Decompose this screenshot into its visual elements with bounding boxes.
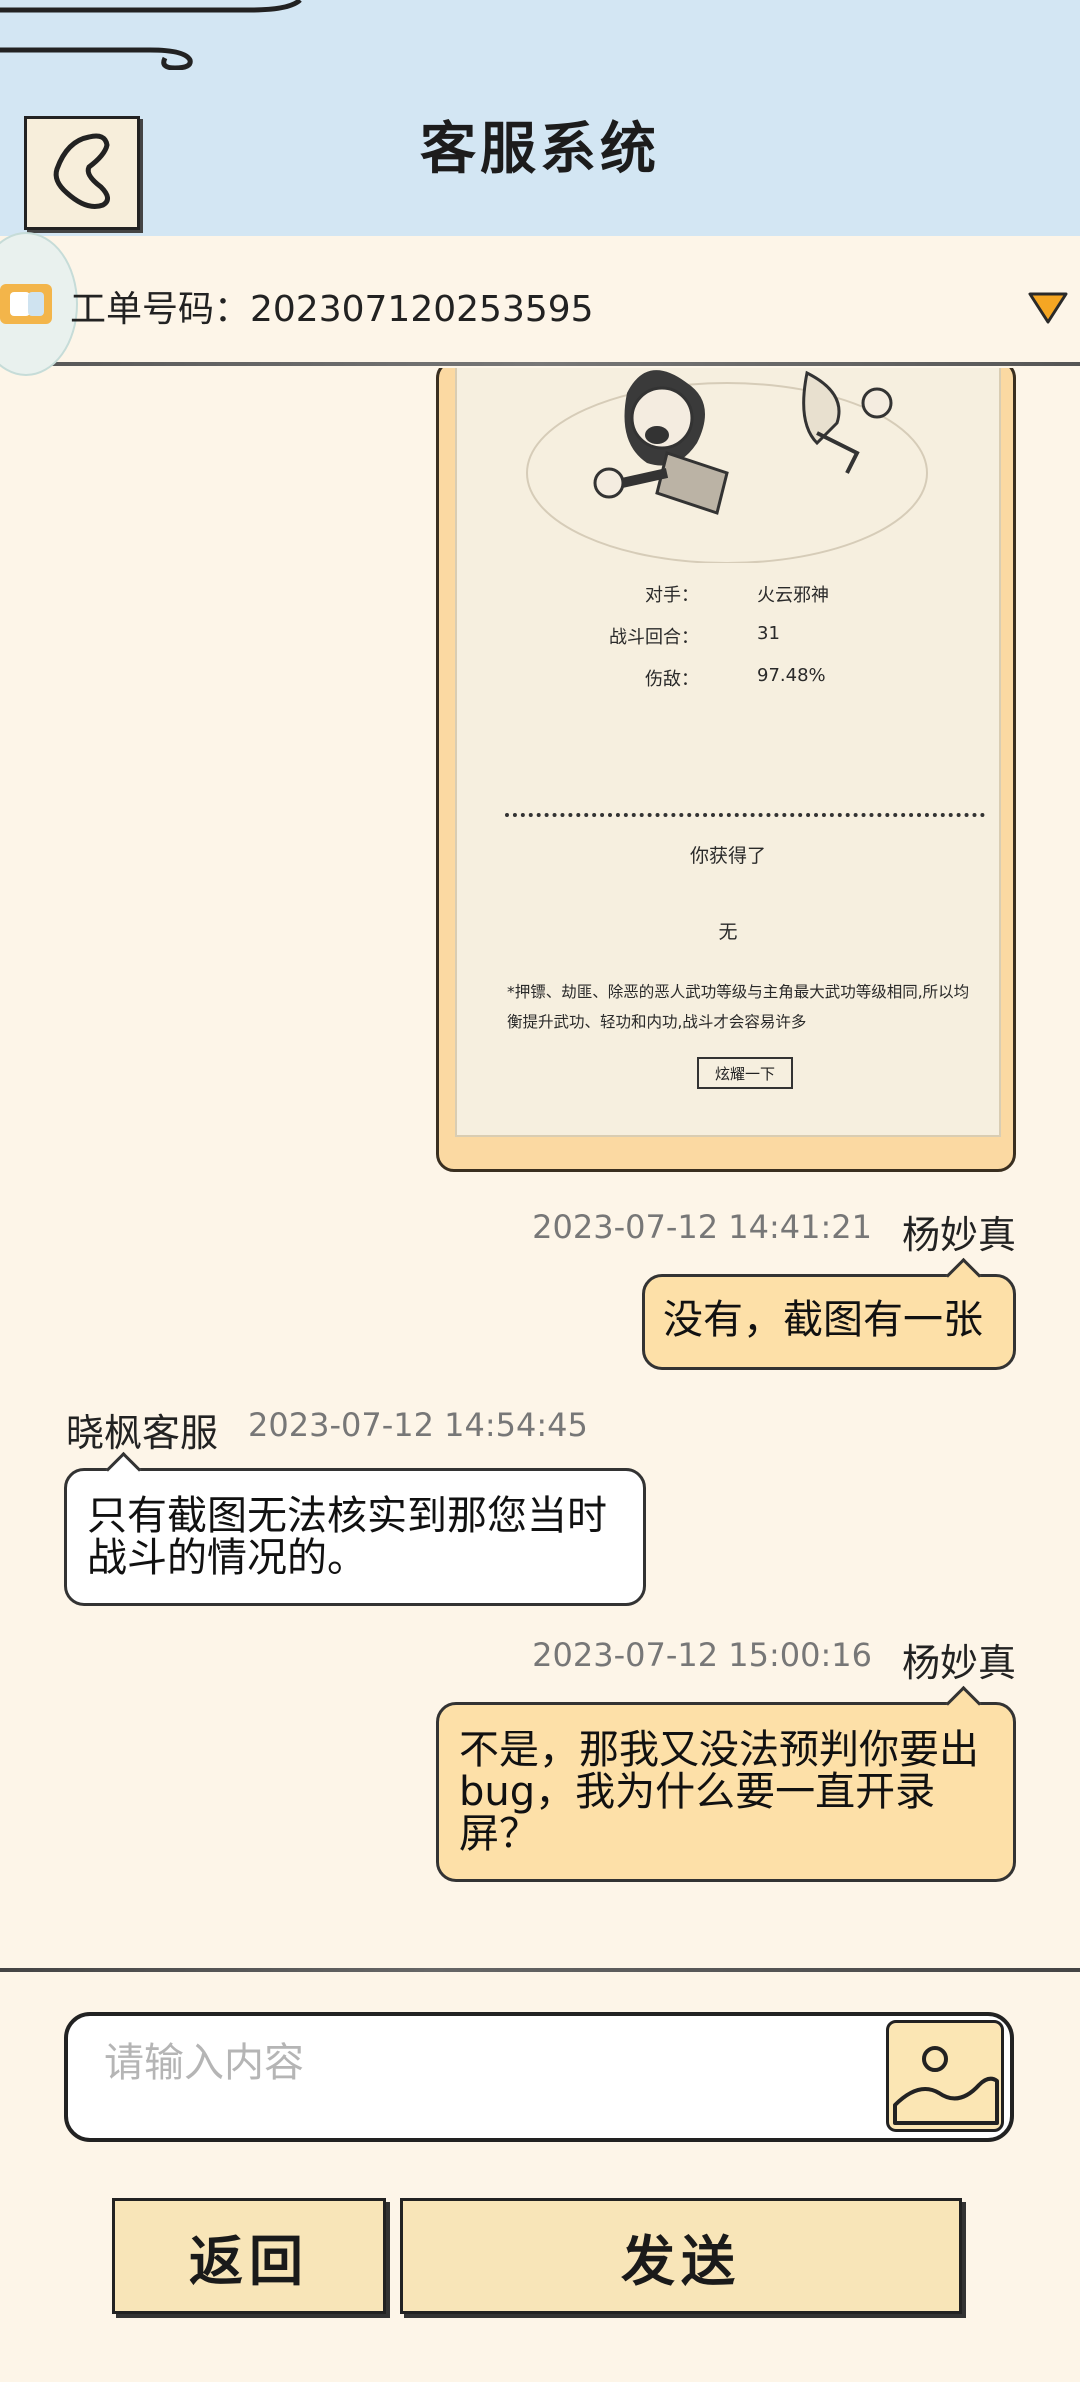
stat-value: 97.48%: [757, 665, 826, 686]
stat-label: 伤敌：: [645, 669, 699, 690]
assistant-logo-icon: [0, 284, 52, 324]
bubble-tail: [105, 1451, 142, 1488]
return-button[interactable]: 返回: [112, 2198, 386, 2314]
bubble-tail: [945, 1685, 982, 1722]
screenshot-content: 对手： 火云邪神 战斗回合： 31 伤敌： 97.48% 你获得了 无 *押镖、…: [455, 368, 1001, 1137]
message-time: 2023-07-12 14:41:21: [532, 1208, 872, 1246]
reward-value: 无: [718, 921, 738, 943]
shared-screenshot[interactable]: 对手： 火云邪神 战斗回合： 31 伤敌： 97.48% 你获得了 无 *押镖、…: [436, 368, 1016, 1172]
image-upload-button[interactable]: [886, 2020, 1004, 2132]
message-bubble-mine[interactable]: 没有，截图有一张: [642, 1257, 1016, 1370]
message-text: 不是，那我又没法预判你要出bug，我为什么要一直开录屏？: [459, 1727, 979, 1857]
triangle-down-icon[interactable]: [1026, 288, 1070, 328]
input-placeholder: 请输入内容: [104, 2040, 304, 2086]
message-sender: 晓枫客服: [66, 1411, 219, 1455]
message-bubble-theirs[interactable]: 只有截图无法核实到那您当时战斗的情况的。: [64, 1451, 646, 1606]
page-title: 客服系统: [420, 117, 660, 182]
message-text: 没有，截图有一张: [663, 1297, 983, 1343]
battle-illustration: [526, 370, 928, 563]
customer-service-screen: 客服系统 工单号码：202307120253595 对手： 火云邪神 战斗回合：…: [0, 0, 1080, 2382]
chat-area[interactable]: 对手： 火云邪神 战斗回合： 31 伤敌： 97.48% 你获得了 无 *押镖、…: [0, 368, 1080, 1968]
divider: [0, 1968, 1080, 1972]
stat-value: 火云邪神: [757, 585, 829, 606]
message-time: 2023-07-12 14:54:45: [248, 1406, 588, 1444]
image-icon: [893, 2046, 999, 2125]
ticket-number: 工单号码：202307120253595: [70, 289, 594, 330]
bubble-tail: [945, 1257, 982, 1294]
show-off-button: 炫耀一下: [697, 1057, 793, 1089]
message-text: 只有截图无法核实到那您当时战斗的情况的。: [87, 1493, 607, 1581]
dotted-divider: [505, 813, 985, 817]
header: 客服系统: [0, 0, 1080, 236]
divider: [0, 362, 1080, 366]
message-sender: 杨妙真: [901, 1213, 1016, 1257]
send-button[interactable]: 发送: [400, 2198, 962, 2314]
message-sender: 杨妙真: [901, 1641, 1016, 1685]
reward-title: 你获得了: [689, 845, 766, 867]
message-time: 2023-07-12 15:00:16: [532, 1636, 872, 1674]
message-input[interactable]: 请输入内容: [64, 2012, 1014, 2142]
stat-label: 战斗回合：: [609, 627, 699, 648]
tip-text: *押镖、劫匪、除恶的恶人武功等级与主角最大武功等级相同,所以均衡提升武功、轻功和…: [507, 983, 970, 1031]
message-bubble-mine[interactable]: 不是，那我又没法预判你要出bug，我为什么要一直开录屏？: [436, 1685, 1016, 1882]
cloud-decoration-icon: [0, 0, 302, 70]
stat-value: 31: [757, 623, 780, 644]
stat-label: 对手：: [645, 585, 699, 606]
